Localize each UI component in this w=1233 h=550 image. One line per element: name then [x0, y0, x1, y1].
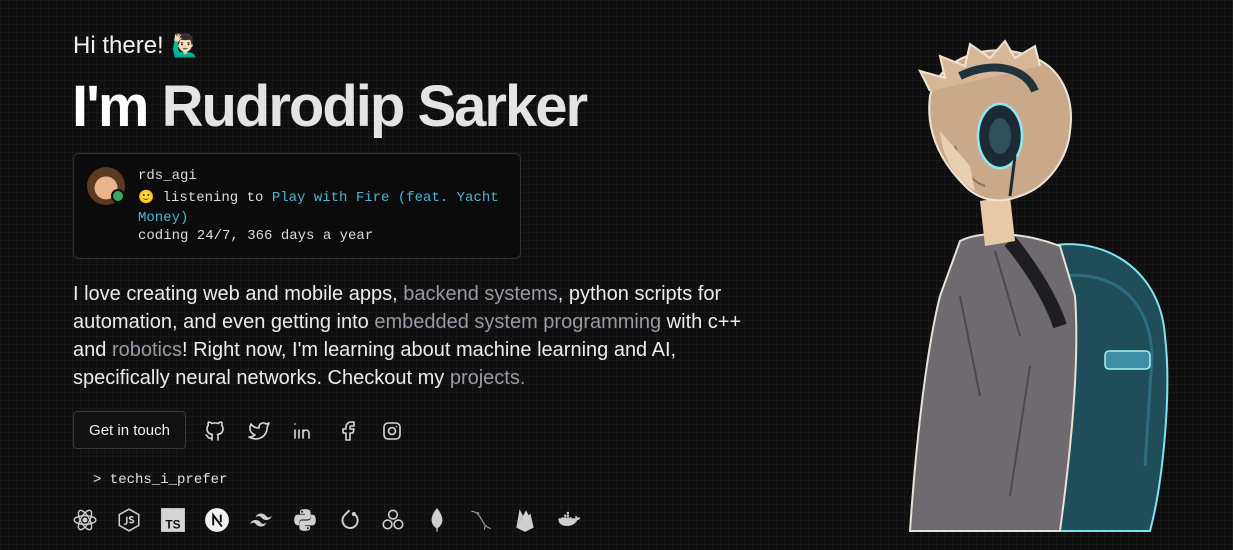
discord-bio: coding 24/7, 366 days a year: [138, 228, 374, 244]
wave-emoji: 🙋🏻‍♂️: [171, 33, 200, 58]
about-link-backend[interactable]: backend systems: [403, 283, 558, 305]
react-icon: [72, 507, 98, 533]
mongodb-icon: [424, 507, 450, 533]
mysql-icon: [468, 507, 494, 533]
about-link-projects[interactable]: projects.: [450, 367, 526, 389]
python-icon: [292, 507, 318, 533]
avatar: [87, 167, 125, 205]
name-prefix: I'm: [72, 74, 149, 139]
name-text: Rudrodip Sarker: [161, 74, 588, 139]
gcp-icon: [380, 507, 406, 533]
online-status-dot: [111, 189, 125, 203]
instagram-icon[interactable]: [380, 419, 404, 443]
greeting-text: Hi there!: [73, 32, 164, 59]
facebook-icon[interactable]: [336, 419, 360, 443]
discord-status-card: rds_agi 🙂 listening to Play with Fire (f…: [73, 153, 521, 259]
discord-activity: 🙂 listening to Play with Fire (feat. Yac…: [138, 188, 508, 228]
linkedin-icon[interactable]: [291, 419, 315, 443]
page-title: I'm Rudrodip Sarker: [72, 78, 588, 136]
firebase-icon: [512, 507, 538, 533]
status-emoji: 🙂: [138, 190, 155, 205]
typescript-label: TS: [165, 518, 180, 532]
anime-boy-headphones-illustration: [900, 36, 1180, 536]
get-in-touch-button[interactable]: Get in touch: [73, 411, 186, 449]
about-paragraph: I love creating web and mobile apps, bac…: [73, 280, 753, 392]
nodejs-icon: [116, 507, 142, 533]
status-prefix: listening to: [162, 190, 264, 206]
pytorch-icon: [336, 507, 362, 533]
twitter-icon[interactable]: [247, 419, 271, 443]
about-link-robotics[interactable]: robotics: [112, 339, 182, 361]
docker-icon: [556, 507, 582, 533]
greeting: Hi there! 🙋🏻‍♂️: [73, 32, 199, 60]
discord-username: rds_agi: [138, 168, 197, 184]
about-text-1: I love creating web and mobile apps,: [73, 283, 404, 305]
typescript-icon: TS: [160, 507, 186, 533]
techs-prompt: > techs_i_prefer: [93, 472, 228, 488]
tailwind-icon: [248, 507, 274, 533]
about-link-embedded[interactable]: embedded system programming: [374, 311, 661, 333]
nextjs-icon: [204, 507, 230, 533]
github-icon[interactable]: [203, 419, 227, 443]
